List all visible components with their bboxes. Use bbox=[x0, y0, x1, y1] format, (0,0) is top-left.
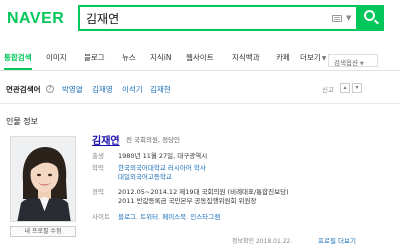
info-value: 1980년 11월 27일, 대구광역시 bbox=[118, 152, 208, 160]
profile-photo[interactable] bbox=[10, 136, 76, 222]
chevron-down-icon[interactable]: ▾ bbox=[352, 83, 362, 93]
naver-logo[interactable]: NAVER bbox=[7, 10, 64, 28]
tab-more-label: 더보기 bbox=[300, 53, 321, 62]
keyboard-icon[interactable] bbox=[332, 15, 342, 22]
header: NAVER ▼ bbox=[0, 0, 400, 40]
tab-more[interactable]: 더보기▼ bbox=[300, 52, 326, 63]
search-options-label: 검색옵션 bbox=[334, 59, 358, 67]
info-value: 2011 반값등록금 국민본부 공동집행위원회 위원장 bbox=[118, 197, 257, 205]
help-icon[interactable]: ? bbox=[46, 85, 54, 93]
tab-integrated[interactable]: 통합검색 bbox=[4, 52, 32, 63]
info-key: 출생 bbox=[92, 152, 104, 160]
tab-kin[interactable]: 지식iN bbox=[150, 52, 172, 63]
related-item[interactable]: 김재영 bbox=[92, 84, 113, 95]
related-searches-label: 연관검색어 bbox=[6, 85, 41, 94]
chevron-down-icon: ▼ bbox=[321, 55, 327, 62]
tab-blog[interactable]: 블로그 bbox=[84, 52, 105, 63]
profile-more-link[interactable]: 프로필 더보기 bbox=[318, 235, 356, 245]
edit-profile-button[interactable]: 내 프로필 수정 bbox=[10, 226, 76, 237]
person-portrait bbox=[11, 137, 75, 221]
divider bbox=[0, 103, 400, 104]
info-confirmed-date: 정보확인 2018.01.22. bbox=[232, 238, 293, 245]
info-key: 학력 bbox=[92, 164, 104, 172]
info-link[interactable]: 대일외국어고등학교 bbox=[118, 171, 172, 181]
facebook-link[interactable]: 페이스북 bbox=[162, 213, 186, 221]
search-input[interactable] bbox=[86, 9, 286, 27]
info-row-sites: 사이트 블로그, 트위터, 페이스북, 인스타그램 bbox=[92, 211, 220, 221]
tab-encyclopedia[interactable]: 지식백과 bbox=[232, 52, 260, 63]
search-icon bbox=[364, 10, 375, 21]
chevron-down-icon: ▼ bbox=[359, 61, 364, 67]
search-button[interactable] bbox=[358, 5, 384, 31]
person-name-link[interactable]: 김재연 bbox=[92, 132, 120, 147]
autocomplete-arrow-icon[interactable]: ▼ bbox=[346, 14, 351, 22]
chevron-up-icon[interactable]: ▴ bbox=[340, 83, 350, 93]
tab-cafe[interactable]: 카페 bbox=[276, 52, 290, 63]
report-link[interactable]: 신고 bbox=[322, 84, 334, 94]
search-options-button[interactable]: 검색옵션 ▼ bbox=[328, 54, 378, 67]
instagram-link[interactable]: 인스타그램 bbox=[190, 213, 220, 221]
related-searches: 연관검색어 ? 박영열 김재영 이석기 김재현 신고 ▴ ▾ bbox=[0, 83, 400, 98]
related-item[interactable]: 김재현 bbox=[150, 84, 171, 95]
search-box[interactable]: ▼ bbox=[78, 5, 358, 31]
person-role: 전 국회의원, 정당인 bbox=[126, 136, 181, 144]
related-item[interactable]: 이석기 bbox=[122, 84, 143, 95]
twitter-link[interactable]: 트위터 bbox=[140, 213, 158, 221]
blog-link[interactable]: 블로그 bbox=[118, 213, 136, 221]
tab-news[interactable]: 뉴스 bbox=[122, 52, 136, 63]
section-title: 인물 정보 bbox=[6, 117, 38, 126]
tab-images[interactable]: 이미지 bbox=[46, 52, 67, 63]
related-item[interactable]: 박영열 bbox=[62, 84, 83, 95]
info-key: 사이트 bbox=[92, 213, 110, 221]
active-tab-indicator bbox=[4, 68, 32, 70]
tab-websites[interactable]: 웹사이트 bbox=[186, 52, 214, 63]
info-key: 경력 bbox=[92, 188, 104, 196]
